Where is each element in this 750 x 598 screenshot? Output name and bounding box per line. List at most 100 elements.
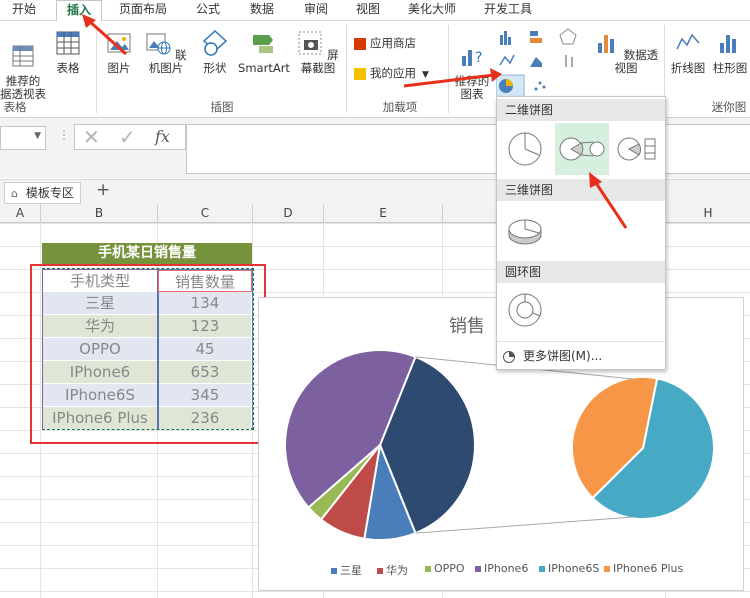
legend-item[interactable]: 华为 <box>377 562 408 578</box>
app-store-button[interactable]: 应用商店 <box>354 37 434 50</box>
legend-item[interactable]: IPhone6 Plus <box>604 562 683 575</box>
shapes-button[interactable]: 形状 <box>196 29 234 75</box>
home-icon: ⌂ <box>11 187 18 200</box>
legend-swatch <box>377 568 383 574</box>
screenshot-icon <box>298 31 322 55</box>
pie-chart-dropdown: 二维饼图 三维饼图 圆环图 更多饼图(M)... <box>496 96 666 370</box>
table-row-name[interactable]: IPhone6S <box>43 384 157 406</box>
insert-function-button[interactable]: fx <box>155 127 170 146</box>
line-chart-icon <box>499 54 515 66</box>
pictures-button[interactable]: 图片 <box>102 29 136 75</box>
divider <box>497 341 665 342</box>
sheet-tab-label: 模板专区 <box>25 186 74 200</box>
legend-item[interactable]: IPhone6S <box>539 562 599 575</box>
formula-bar-grip-icon: ⋮ <box>58 128 70 142</box>
sparkline-line-button[interactable]: 折线图 <box>668 29 708 75</box>
cancel-icon[interactable]: ✕ <box>83 125 100 149</box>
column-header-e[interactable]: E <box>324 204 443 222</box>
table-row-qty[interactable]: 134 <box>159 292 251 314</box>
svg-text:?: ? <box>475 50 482 66</box>
online-picture-icon <box>146 33 171 55</box>
table-row-qty[interactable]: 345 <box>159 384 251 406</box>
add-sheet-button[interactable]: + <box>96 180 110 200</box>
smartart-icon <box>253 35 273 53</box>
sheet-tab-template-zone[interactable]: ⌂ 模板专区 <box>4 182 81 204</box>
pie-option-button[interactable] <box>503 125 547 173</box>
my-apps-button[interactable]: 我的应用 ▼ <box>354 67 444 82</box>
3d-pie-icon <box>508 219 542 245</box>
column-chart-icon <box>500 31 511 45</box>
pivot-table-icon <box>12 45 34 67</box>
header-phone-type[interactable]: 手机类型 <box>42 270 158 292</box>
pie-of-pie-icon <box>559 137 605 161</box>
column-header-b[interactable]: B <box>41 204 158 222</box>
table-row-name[interactable]: 三星 <box>43 292 157 314</box>
table-title: 手机某日销售量 <box>42 243 252 264</box>
recommended-pivot-button[interactable]: 推荐的 据透视表 <box>0 29 46 101</box>
legend-swatch <box>425 566 431 572</box>
ribbon-separator <box>448 25 449 113</box>
legend-swatch <box>604 566 610 572</box>
name-box[interactable]: ▼ <box>0 126 46 150</box>
pie-small-icon <box>503 350 515 363</box>
sparkline-line-label: 折线图 <box>670 61 706 75</box>
tab-formulas[interactable]: 公式 <box>188 0 228 20</box>
group-label-illustrations: 插图 <box>210 100 234 114</box>
sparkline-column-label: 柱形图 <box>712 61 748 75</box>
tab-view[interactable]: 视图 <box>348 0 388 20</box>
pivot-chart-button[interactable]: 数据透视图 <box>592 29 660 75</box>
table-icon <box>56 31 80 55</box>
chevron-down-icon: ▼ <box>34 131 41 141</box>
table-row-qty[interactable]: 45 <box>159 338 251 360</box>
donut-option-button[interactable] <box>503 287 547 333</box>
my-apps-icon <box>354 67 366 80</box>
area-chart-icon <box>530 57 542 67</box>
table-row-name[interactable]: IPhone6 <box>43 361 157 383</box>
shapes-icon <box>202 29 228 56</box>
legend-swatch <box>539 566 545 572</box>
table-row-name[interactable]: 华为 <box>43 315 157 337</box>
recommended-chart-icon: ? <box>462 50 482 66</box>
table-row-qty[interactable]: 653 <box>159 361 251 383</box>
column-header-d[interactable]: D <box>253 204 324 222</box>
legend-item[interactable]: OPPO <box>425 562 465 575</box>
scatter-chart-icon <box>534 81 546 91</box>
pie-of-pie-option-button[interactable] <box>555 123 609 175</box>
legend-item[interactable]: 三星 <box>331 562 362 578</box>
legend-swatch <box>331 568 337 574</box>
3d-pie-option-button[interactable] <box>503 207 547 253</box>
legend-label: IPhone6 Plus <box>613 562 684 575</box>
column-header-a[interactable]: A <box>0 204 41 222</box>
enter-check-icon[interactable]: ✓ <box>119 125 136 149</box>
tab-home[interactable]: 开始 <box>4 0 44 20</box>
section-donut: 圆环图 <box>497 261 665 283</box>
pivot-chart-icon <box>597 35 614 53</box>
sparkline-column-button[interactable]: 柱形图 <box>710 29 750 75</box>
tab-data[interactable]: 数据 <box>242 0 282 20</box>
bar-of-pie-option-button[interactable] <box>615 125 659 173</box>
tab-page-layout[interactable]: 页面布局 <box>112 0 174 20</box>
recommended-charts-label: 推荐的 图表 <box>454 74 490 101</box>
table-row-qty[interactable]: 123 <box>159 315 251 337</box>
tab-insert[interactable]: 插入 <box>56 0 102 22</box>
formula-controls: ✕ ✓ fx <box>74 124 186 150</box>
tab-developer[interactable]: 开发工具 <box>478 0 538 20</box>
screenshot-button[interactable]: 屏幕截图 <box>292 29 344 75</box>
online-pictures-button[interactable]: 联机图片 <box>140 29 192 75</box>
table-row-name[interactable]: IPhone6 Plus <box>43 407 157 429</box>
more-pie-charts-item[interactable]: 更多饼图(M)... <box>503 347 602 365</box>
tab-beautify-master[interactable]: 美化大师 <box>400 0 464 20</box>
smartart-button[interactable]: SmartArt <box>236 29 292 75</box>
table-row-qty[interactable]: 236 <box>159 407 251 429</box>
legend-item[interactable]: IPhone6 <box>475 562 528 575</box>
column-header-c[interactable]: C <box>158 204 253 222</box>
header-sales-qty[interactable]: 销售数量 <box>158 270 252 292</box>
legend-label: IPhone6S <box>548 562 600 575</box>
column-header-h[interactable]: H <box>666 204 750 222</box>
tab-review[interactable]: 审阅 <box>296 0 336 20</box>
table-button[interactable]: 表格 <box>50 29 86 75</box>
table-row-name[interactable]: OPPO <box>43 338 157 360</box>
shapes-label: 形状 <box>203 61 227 75</box>
recommended-charts-button[interactable]: ? 推荐的 图表 <box>452 29 492 101</box>
series-line <box>415 516 634 534</box>
